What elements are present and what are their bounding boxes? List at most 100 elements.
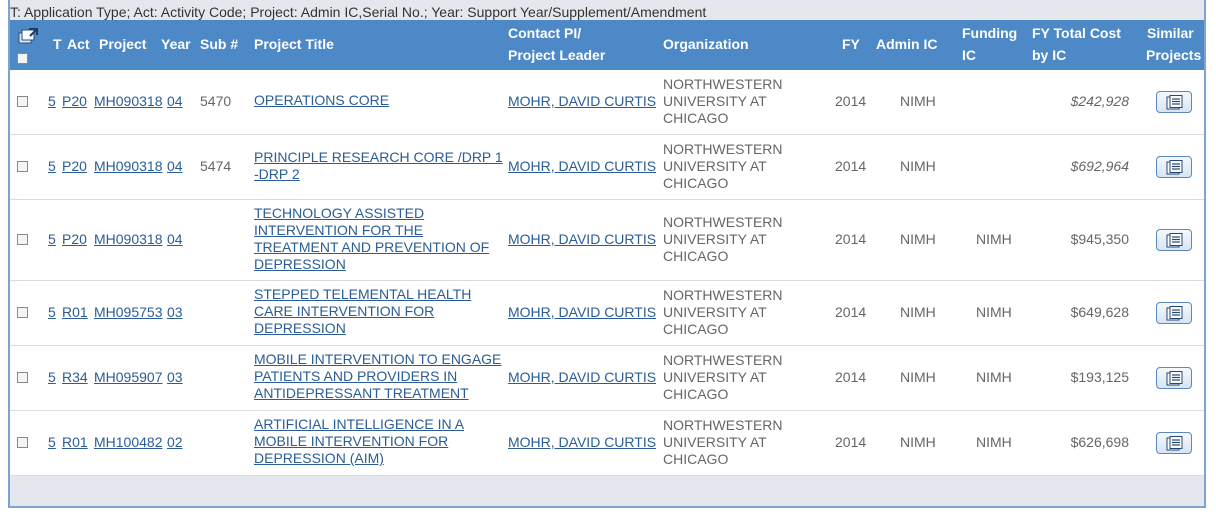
project-link[interactable]: MH095907 xyxy=(94,369,163,386)
row-checkbox[interactable] xyxy=(17,437,28,448)
funding-ic-value: NIMH xyxy=(976,231,1012,247)
total-cost-value: $945,350 xyxy=(1070,231,1129,247)
year-link[interactable]: 04 xyxy=(167,231,183,248)
contact-pi-link[interactable]: MOHR, DAVID CURTIS xyxy=(508,93,656,110)
project-title-link[interactable]: DEPRESSION (AIM) xyxy=(254,450,384,467)
type-link[interactable]: 5 xyxy=(48,369,56,386)
similar-projects-button[interactable] xyxy=(1156,302,1192,324)
contact-pi-link[interactable]: MOHR, DAVID CURTIS xyxy=(508,231,656,248)
activity-link[interactable]: P20 xyxy=(62,231,87,248)
project-title-link[interactable]: TECHNOLOGY ASSISTED xyxy=(254,205,424,222)
project-title-link[interactable]: STEPPED TELEMENTAL HEALTH xyxy=(254,286,471,303)
results-table: T Act Project Year Sub # Project Title C… xyxy=(10,20,1204,476)
header-pi-line2: Project Leader xyxy=(508,47,606,63)
project-link[interactable]: MH095753 xyxy=(94,304,163,321)
row-checkbox[interactable] xyxy=(17,161,28,172)
project-title-link[interactable]: ARTIFICIAL INTELLIGENCE IN A xyxy=(254,416,464,433)
project-title-link[interactable]: DEPRESSION xyxy=(254,256,346,273)
project-title-link[interactable]: -DRP 2 xyxy=(254,166,300,183)
similar-projects-icon xyxy=(1166,371,1183,386)
row-checkbox[interactable] xyxy=(17,234,28,245)
year-link[interactable]: 04 xyxy=(167,158,183,175)
similar-projects-button[interactable] xyxy=(1156,91,1192,113)
total-cost-value: $626,698 xyxy=(1070,434,1129,450)
organization-line: CHICAGO xyxy=(663,248,729,264)
organization-line: UNIVERSITY AT xyxy=(663,434,767,450)
similar-projects-icon xyxy=(1166,160,1183,175)
project-link[interactable]: MH090318 xyxy=(94,158,163,175)
funding-ic-value: NIMH xyxy=(976,369,1012,385)
project-link[interactable]: MH100482 xyxy=(94,434,163,451)
table-footer xyxy=(10,476,1204,506)
similar-projects-icon xyxy=(1166,436,1183,451)
contact-pi-link[interactable]: MOHR, DAVID CURTIS xyxy=(508,369,656,386)
project-title-link[interactable]: MOBILE INTERVENTION FOR xyxy=(254,433,448,450)
fy-value: 2014 xyxy=(835,304,867,320)
organization-line: NORTHWESTERN xyxy=(663,352,783,368)
admin-ic-value: NIMH xyxy=(900,369,936,385)
project-title-link[interactable]: INTERVENTION FOR THE xyxy=(254,222,423,239)
year-link[interactable]: 03 xyxy=(167,369,183,386)
project-link[interactable]: MH090318 xyxy=(94,231,163,248)
similar-projects-button[interactable] xyxy=(1156,229,1192,251)
contact-pi-link[interactable]: MOHR, DAVID CURTIS xyxy=(508,434,656,451)
column-legend: T: Application Type; Act: Activity Code;… xyxy=(10,4,707,20)
organization-line: NORTHWESTERN xyxy=(663,287,783,303)
year-link[interactable]: 04 xyxy=(167,93,183,110)
project-title-link[interactable]: MOBILE INTERVENTION TO ENGAGE xyxy=(254,351,501,368)
row-checkbox[interactable] xyxy=(17,372,28,383)
organization-line: UNIVERSITY AT xyxy=(663,93,767,109)
header-funding-line2: IC xyxy=(962,47,976,63)
year-link[interactable]: 02 xyxy=(167,434,183,451)
type-link[interactable]: 5 xyxy=(48,93,56,110)
contact-pi-link[interactable]: MOHR, DAVID CURTIS xyxy=(508,304,656,321)
row-checkbox[interactable] xyxy=(17,96,28,107)
project-title-link[interactable]: TREATMENT AND PREVENTION OF xyxy=(254,239,489,256)
project-title-link[interactable]: ANTIDEPRESSANT TREATMENT xyxy=(254,385,469,402)
admin-ic-value: NIMH xyxy=(900,93,936,109)
similar-projects-button[interactable] xyxy=(1156,367,1192,389)
admin-ic-value: NIMH xyxy=(900,434,936,450)
type-link[interactable]: 5 xyxy=(48,158,56,175)
activity-link[interactable]: R34 xyxy=(62,369,88,386)
project-title-link[interactable]: PATIENTS AND PROVIDERS IN xyxy=(254,368,457,385)
project-title-link[interactable]: OPERATIONS CORE xyxy=(254,92,389,109)
total-cost-value: $692,964 xyxy=(1070,158,1129,174)
type-link[interactable]: 5 xyxy=(48,304,56,321)
organization-line: CHICAGO xyxy=(663,451,729,467)
activity-link[interactable]: R01 xyxy=(62,434,88,451)
project-title-link[interactable]: CARE INTERVENTION FOR xyxy=(254,303,434,320)
admin-ic-value: NIMH xyxy=(900,304,936,320)
header-cost-line1: FY Total Cost xyxy=(1032,25,1121,41)
select-all-checkbox[interactable] xyxy=(17,53,28,64)
table-row: 5 R34 MH095907 03 MOBILE INTERVENTION TO ENG… xyxy=(10,346,1204,411)
header-project-title: Project Title xyxy=(254,36,334,52)
similar-projects-icon xyxy=(1166,95,1183,110)
header-t: T xyxy=(53,36,62,52)
header-admin-ic: Admin IC xyxy=(876,36,938,52)
funding-ic-value: NIMH xyxy=(976,304,1012,320)
type-link[interactable]: 5 xyxy=(48,434,56,451)
fy-value: 2014 xyxy=(835,231,867,247)
project-title-link[interactable]: PRINCIPLE RESEARCH CORE /DRP 1 xyxy=(254,149,503,166)
project-title-link[interactable]: DEPRESSION xyxy=(254,320,346,337)
export-icon[interactable] xyxy=(17,27,39,48)
sub-number: 5474 xyxy=(200,158,232,174)
similar-projects-button[interactable] xyxy=(1156,432,1192,454)
activity-link[interactable]: P20 xyxy=(62,158,87,175)
organization-line: NORTHWESTERN xyxy=(663,214,783,230)
header-funding-line1: Funding xyxy=(962,25,1018,41)
organization-line: UNIVERSITY AT xyxy=(663,369,767,385)
organization-line: CHICAGO xyxy=(663,175,729,191)
year-link[interactable]: 03 xyxy=(167,304,183,321)
header-fy: FY xyxy=(842,36,860,52)
header-pi-line1: Contact PI/ xyxy=(508,25,582,41)
type-link[interactable]: 5 xyxy=(48,231,56,248)
total-cost-value: $193,125 xyxy=(1070,369,1129,385)
project-link[interactable]: MH090318 xyxy=(94,93,163,110)
contact-pi-link[interactable]: MOHR, DAVID CURTIS xyxy=(508,158,656,175)
row-checkbox[interactable] xyxy=(17,307,28,318)
similar-projects-button[interactable] xyxy=(1156,156,1192,178)
activity-link[interactable]: R01 xyxy=(62,304,88,321)
activity-link[interactable]: P20 xyxy=(62,93,87,110)
